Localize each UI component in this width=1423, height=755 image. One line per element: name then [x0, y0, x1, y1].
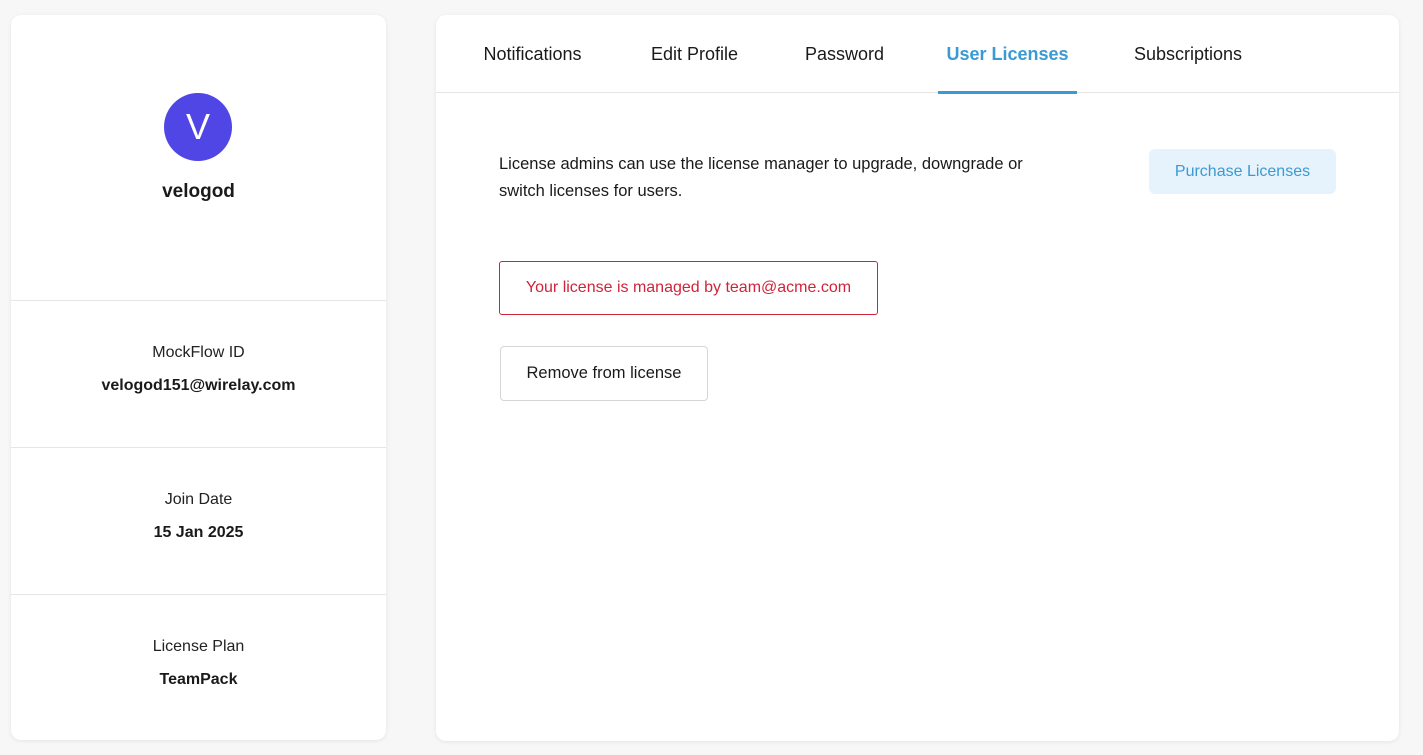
mockflow-id-section: MockFlow ID velogod151@wirelay.com	[11, 301, 386, 448]
license-description: License admins can use the license manag…	[499, 155, 1023, 200]
tab-edit-profile[interactable]: Edit Profile	[648, 15, 741, 93]
settings-tabs: Notifications Edit Profile Password User…	[436, 15, 1399, 94]
purchase-licenses-button[interactable]: Purchase Licenses	[1149, 149, 1336, 194]
join-date-label: Join Date	[164, 491, 233, 508]
profile-card: V velogod MockFlow ID velogod151@wirelay…	[11, 15, 386, 740]
license-plan-value: TeamPack	[159, 671, 238, 688]
license-plan-label: License Plan	[152, 638, 245, 655]
mockflow-id-value: velogod151@wirelay.com	[101, 377, 296, 394]
tab-password[interactable]: Password	[804, 15, 885, 93]
join-date-section: Join Date 15 Jan 2025	[11, 448, 386, 595]
mockflow-id-label: MockFlow ID	[152, 344, 245, 361]
tab-notifications[interactable]: Notifications	[479, 15, 586, 93]
tab-subscriptions[interactable]: Subscriptions	[1130, 15, 1246, 93]
license-managed-alert: Your license is managed by team@acme.com	[499, 261, 878, 315]
license-plan-section: License Plan TeamPack	[11, 595, 386, 740]
settings-panel: Notifications Edit Profile Password User…	[436, 15, 1399, 741]
remove-from-license-button[interactable]: Remove from license	[500, 346, 708, 401]
avatar: V	[164, 93, 232, 161]
username: velogod	[162, 181, 235, 202]
profile-header: V velogod	[11, 15, 386, 301]
join-date-value: 15 Jan 2025	[153, 524, 244, 541]
tab-user-licenses[interactable]: User Licenses	[938, 15, 1077, 94]
